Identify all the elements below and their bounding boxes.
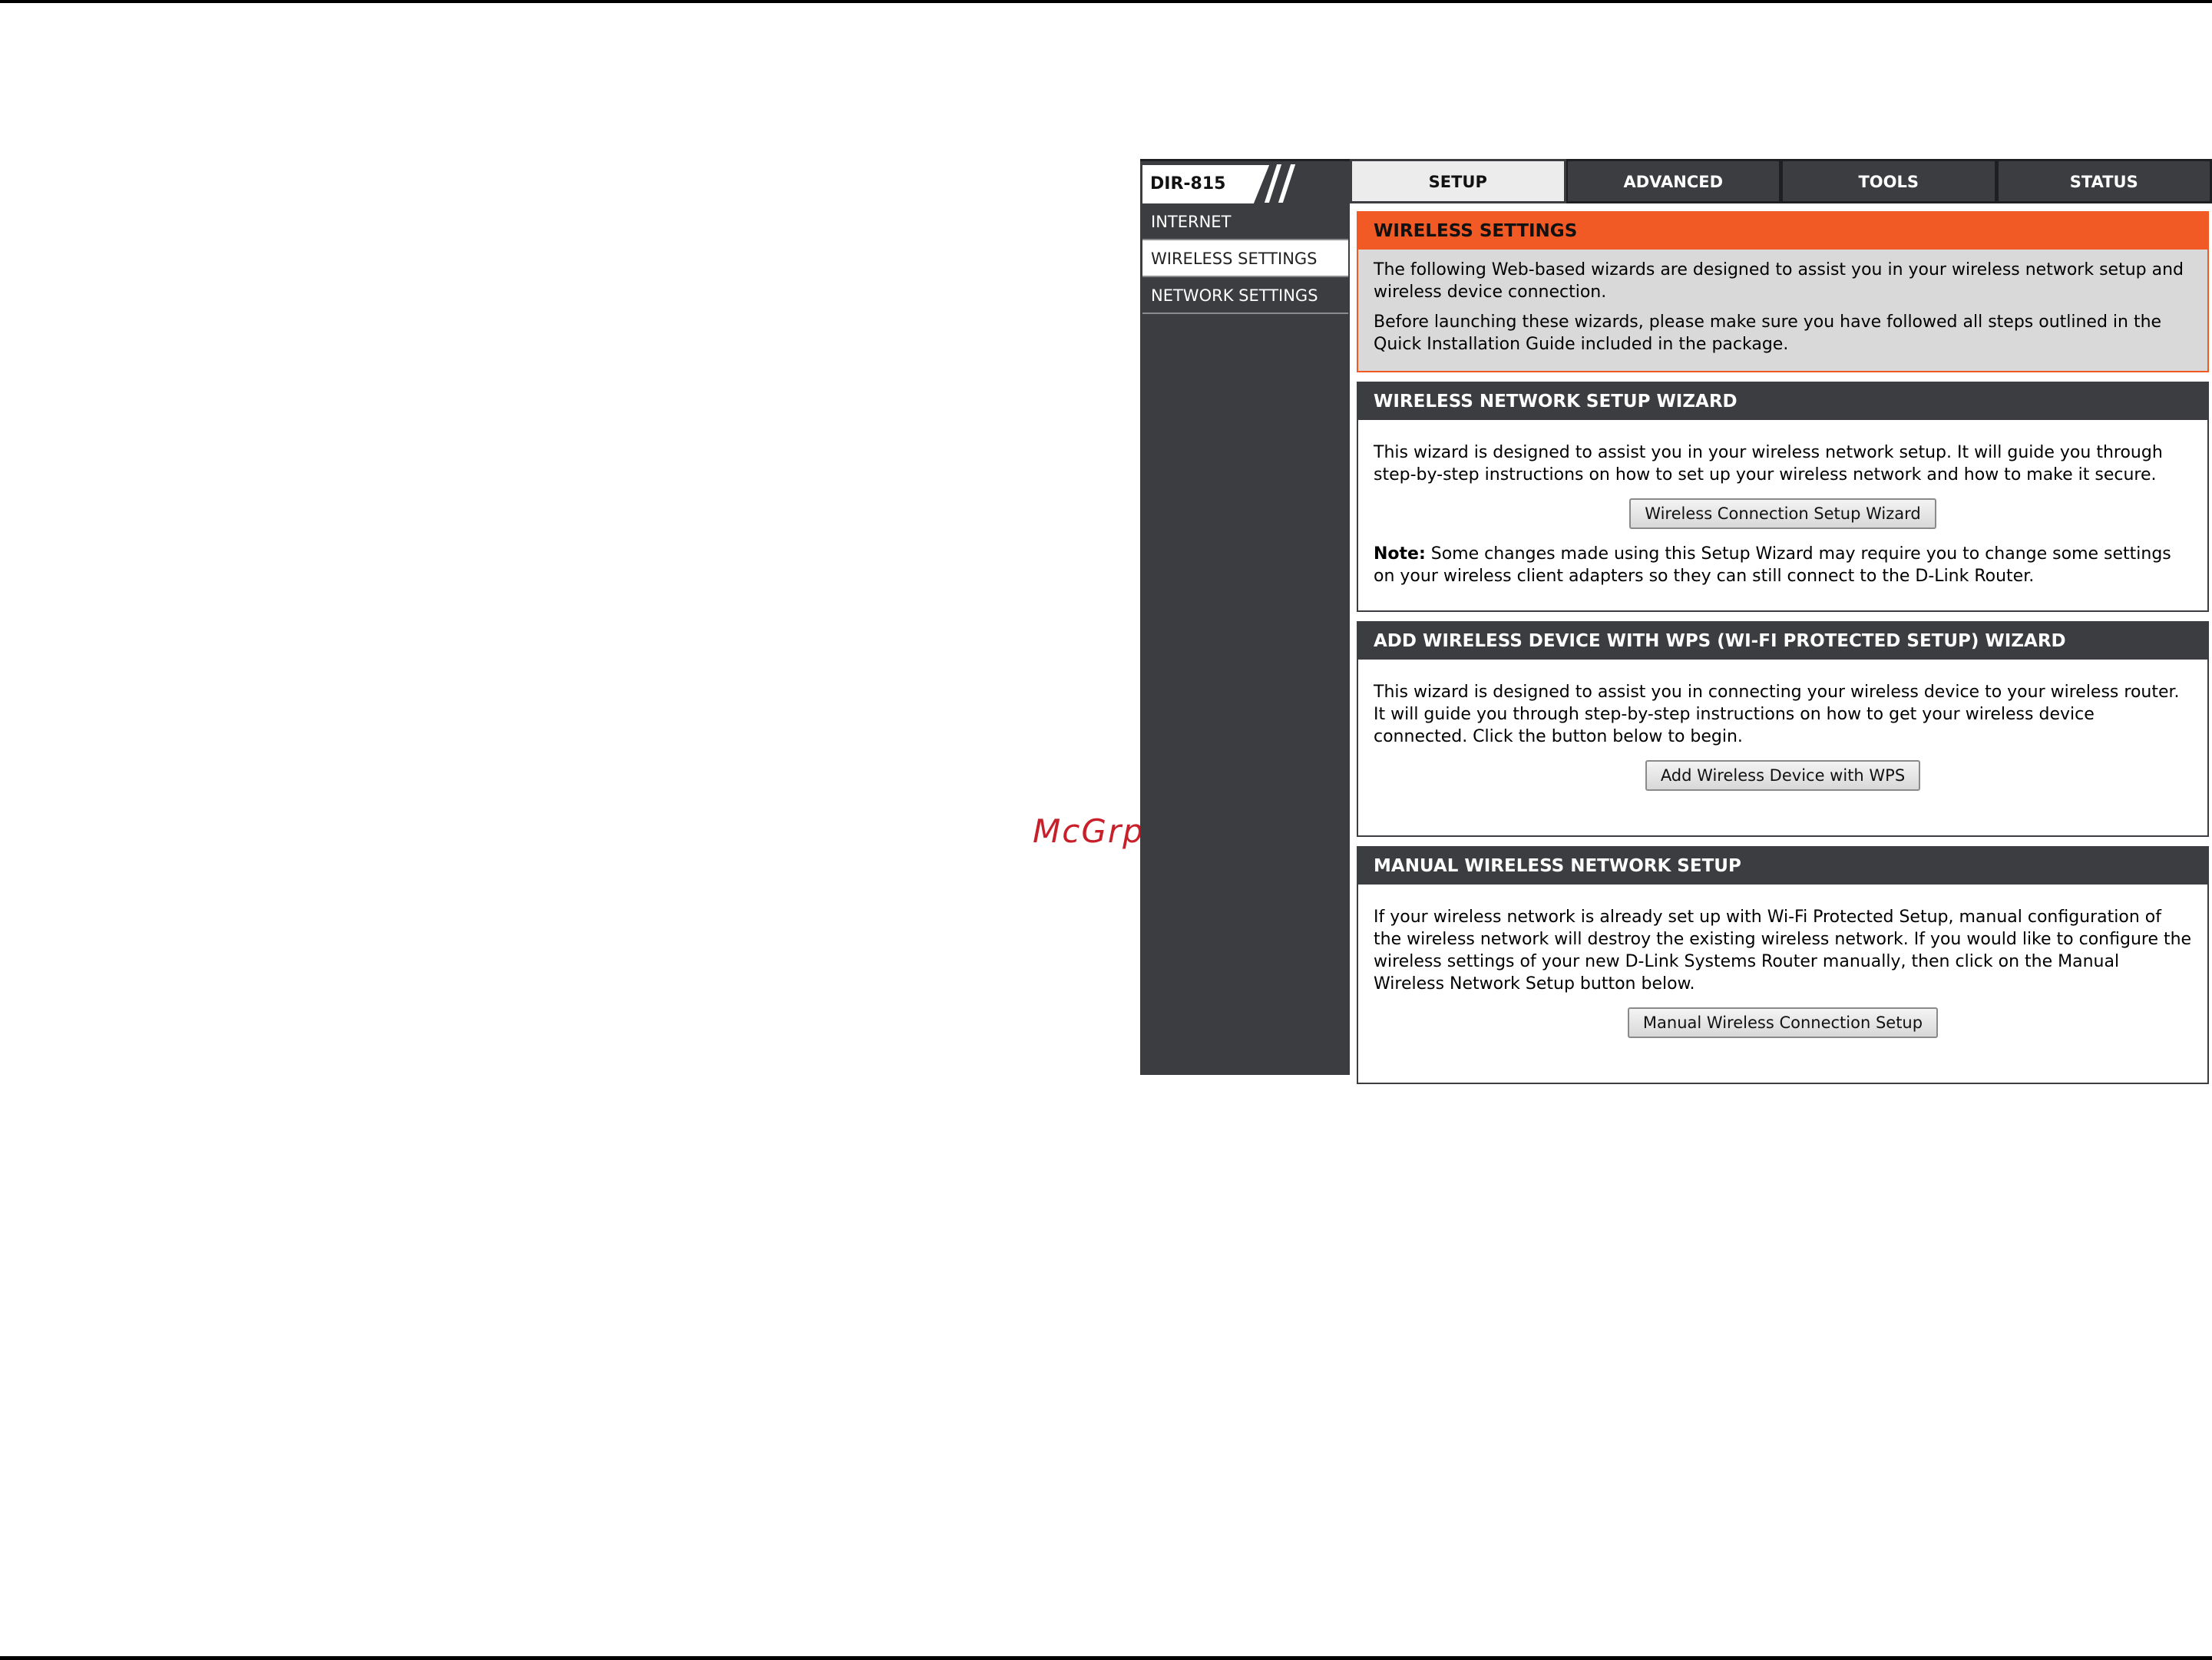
wizard-description: This wizard is designed to assist you in…: [1374, 443, 2163, 484]
model-label: DIR-815: [1142, 165, 1246, 203]
router-web-ui: DIR-815 SETUP ADVANCED TOOLS STATUS INTE…: [1140, 159, 2212, 1084]
sidebar-item-network-settings[interactable]: NETWORK SETTINGS: [1142, 277, 1348, 314]
section-title: MANUAL WIRELESS NETWORK SETUP: [1358, 848, 2207, 885]
wps-section: ADD WIRELESS DEVICE WITH WPS (WI-FI PROT…: [1357, 621, 2209, 837]
top-rule: [0, 0, 2212, 3]
tab-status[interactable]: STATUS: [1996, 159, 2212, 203]
section-title: WIRELESS NETWORK SETUP WIZARD: [1358, 383, 2207, 420]
section-title: ADD WIRELESS DEVICE WITH WPS (WI-FI PROT…: [1358, 623, 2207, 660]
slash-icon: [1278, 164, 1296, 203]
wps-description: This wizard is designed to assist you in…: [1374, 683, 2180, 746]
bottom-rule: [0, 1656, 2212, 1660]
intro-section: WIRELESS SETTINGS The following Web-base…: [1357, 211, 2209, 372]
section-body: This wizard is designed to assist you in…: [1358, 420, 2207, 610]
tab-advanced[interactable]: ADVANCED: [1566, 159, 1781, 203]
note-label: Note:: [1374, 544, 1426, 564]
section-body: This wizard is designed to assist you in…: [1358, 660, 2207, 835]
intro-text: Before launching these wizards, please m…: [1374, 312, 2162, 354]
tab-tools[interactable]: TOOLS: [1781, 159, 1997, 203]
sidebar-item-wireless-settings[interactable]: WIRELESS SETTINGS: [1142, 240, 1348, 277]
intro-text: The following Web-based wizards are desi…: [1374, 260, 2184, 302]
section-title: WIRELESS SETTINGS: [1358, 213, 2207, 250]
manual-description: If your wireless network is already set …: [1374, 908, 2192, 994]
add-wps-device-button[interactable]: Add Wireless Device with WPS: [1645, 760, 1921, 791]
section-body: If your wireless network is already set …: [1358, 885, 2207, 1083]
top-tabs: SETUP ADVANCED TOOLS STATUS: [1350, 159, 2212, 203]
manual-page: McGrp.Ru DIR-815 SETUP ADVANCED TOOLS ST…: [0, 0, 2212, 1660]
tab-setup[interactable]: SETUP: [1350, 159, 1566, 203]
brand-bar: DIR-815: [1140, 159, 1350, 203]
note-text: Some changes made using this Setup Wizar…: [1374, 544, 2171, 586]
wizard-note: Note: Some changes made using this Setup…: [1374, 543, 2192, 587]
wireless-setup-wizard-button[interactable]: Wireless Connection Setup Wizard: [1629, 498, 1936, 529]
sidebar: INTERNET WIRELESS SETTINGS NETWORK SETTI…: [1140, 203, 1350, 1075]
sidebar-item-internet[interactable]: INTERNET: [1142, 203, 1348, 240]
wizard-section: WIRELESS NETWORK SETUP WIZARD This wizar…: [1357, 382, 2209, 612]
manual-section: MANUAL WIRELESS NETWORK SETUP If your wi…: [1357, 846, 2209, 1084]
section-body: The following Web-based wizards are desi…: [1358, 250, 2207, 371]
main-content: WIRELESS SETTINGS The following Web-base…: [1357, 211, 2209, 1093]
manual-setup-button[interactable]: Manual Wireless Connection Setup: [1627, 1007, 1939, 1038]
